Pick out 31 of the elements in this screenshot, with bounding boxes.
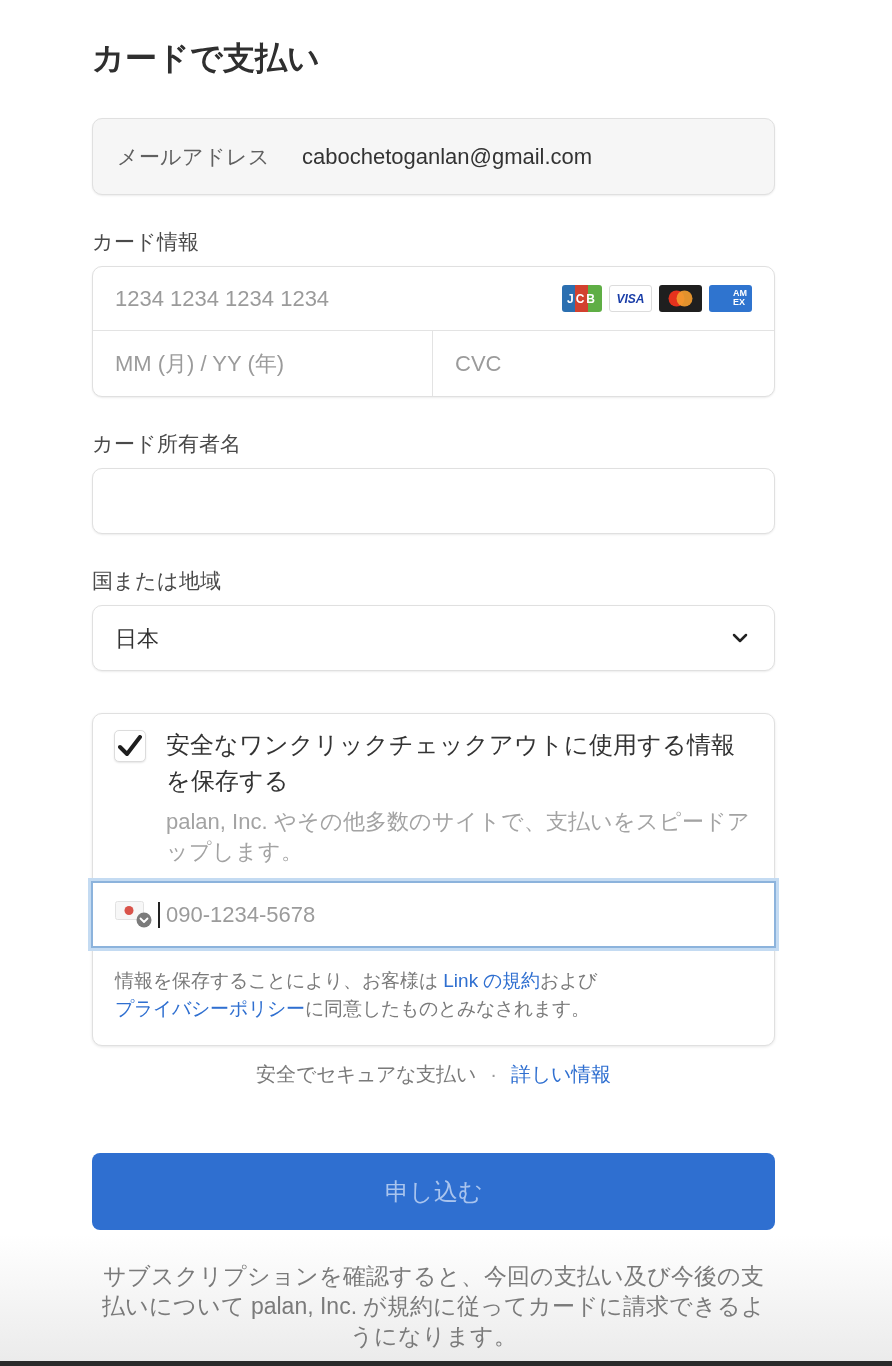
page-title: カードで支払い bbox=[92, 39, 321, 78]
more-info-link[interactable]: 詳しい情報 bbox=[510, 1060, 611, 1088]
text-link[interactable]: プライバシーポリシー bbox=[115, 998, 305, 1019]
card-brand-logo: JCB bbox=[562, 285, 602, 312]
save-option-label: 安全なワンクリックチェックアウトに使用する情報を保存する bbox=[166, 730, 736, 796]
save-option-description: palan, Inc. やその他多数のサイトで、支払いをスピードアップします。 bbox=[166, 808, 751, 866]
checkmark-icon bbox=[118, 735, 142, 757]
cardholder-label: カード所有者名 bbox=[92, 431, 242, 457]
cardholder-field[interactable] bbox=[92, 468, 775, 534]
country-select[interactable]: 日本 bbox=[92, 605, 775, 671]
consent-text: 情報を保存することにより、お客様は Link の規約および プライバシーポリシーに同意したものとみなされます。 bbox=[113, 969, 599, 1021]
email-value: cabochetoganlan@gmail.com bbox=[302, 143, 593, 171]
card-number-field[interactable]: 1234 1234 1234 1234 bbox=[93, 267, 562, 330]
separator-dot: · bbox=[490, 1062, 497, 1087]
phone-field[interactable]: 090-1234-5678 bbox=[91, 881, 776, 948]
card-brand-logo: VISA bbox=[609, 285, 652, 312]
subscription-notice: サブスクリプションを確認すると、今回の支払い及び今後の支払いについて palan, Inc. が規約に従ってカードに請求できるようになります。 bbox=[100, 1262, 767, 1351]
card-logo-icon bbox=[659, 285, 702, 312]
card-details-field[interactable]: 1234 1234 1234 1234 JCB VISA AMEX MM (月) / YY (年) CVC bbox=[92, 266, 775, 397]
japan-flag-icon[interactable] bbox=[115, 901, 152, 928]
text-link[interactable]: Link の規約 bbox=[443, 970, 541, 991]
save-checkbox[interactable] bbox=[114, 730, 146, 762]
text-cursor-icon bbox=[158, 901, 160, 928]
card-brand-logo: AMEX bbox=[709, 285, 752, 312]
country-label: 国または地域 bbox=[92, 568, 222, 594]
phone-input[interactable]: 090-1234-5678 bbox=[166, 883, 774, 946]
email-label: メールアドレス bbox=[117, 143, 270, 170]
card-info-label: カード情報 bbox=[92, 229, 200, 255]
cvc-field[interactable]: CVC bbox=[433, 331, 774, 396]
secure-payment-text: 安全でセキュアな支払い bbox=[256, 1062, 477, 1087]
expiry-field[interactable]: MM (月) / YY (年) bbox=[93, 331, 433, 396]
